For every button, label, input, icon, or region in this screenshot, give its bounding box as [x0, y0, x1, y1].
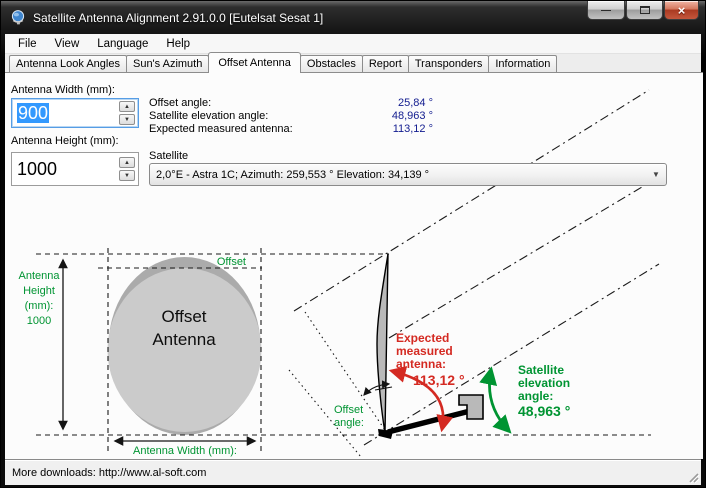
antenna-width-label: Antenna Width (mm):: [11, 84, 115, 96]
satellite-label: Satellite: [149, 150, 188, 162]
front-dish-label-2: Antenna: [152, 330, 216, 349]
menu-file[interactable]: File: [9, 36, 46, 52]
menu-bar: File View Language Help: [5, 34, 701, 54]
close-icon: ×: [678, 3, 686, 18]
maximize-button[interactable]: [626, 1, 663, 20]
expected-readout-value: 113,12 °: [289, 123, 433, 135]
spin-up-icon: ▲: [124, 160, 130, 166]
status-text: More downloads: http://www.al-soft.com: [5, 467, 206, 479]
spin-down-icon: ▼: [124, 117, 130, 123]
tab-strip: Antenna Look Angles Sun's Azimuth Offset…: [5, 54, 701, 72]
antenna-width-spinner: ▲ ▼: [119, 101, 135, 125]
status-bar: More downloads: http://www.al-soft.com: [5, 459, 701, 485]
app-window: Satellite Antenna Alignment 2.91.0.0 [Eu…: [0, 0, 706, 488]
menu-view[interactable]: View: [46, 36, 89, 52]
tab-offset-antenna[interactable]: Offset Antenna: [208, 52, 301, 73]
title-bar: Satellite Antenna Alignment 2.91.0.0 [Eu…: [5, 1, 701, 34]
spin-down-icon: ▼: [124, 173, 130, 179]
chevron-down-icon: ▼: [646, 170, 666, 179]
elevation-readout-label: Satellite elevation angle:: [149, 110, 268, 122]
height-label-3: (mm):: [25, 300, 54, 312]
elevation-angle-arc: [489, 370, 509, 431]
offset-label: Offset: [217, 256, 246, 268]
minimize-icon: —: [601, 5, 611, 16]
antenna-height-value: 1000: [17, 158, 117, 180]
tab-transponders[interactable]: Transponders: [408, 55, 489, 72]
offset-angle-arc: [364, 384, 392, 395]
expected-label-3: antenna:: [396, 357, 446, 371]
tab-report[interactable]: Report: [362, 55, 409, 72]
offset-angle-readout-label: Offset angle:: [149, 97, 211, 109]
elevation-value: 48,963 °: [518, 403, 570, 419]
offset-angle-readout-value: 25,84 °: [289, 97, 433, 109]
height-spin-up-button[interactable]: ▲: [119, 157, 135, 168]
window-title: Satellite Antenna Alignment 2.91.0.0 [Eu…: [33, 11, 323, 25]
expected-readout-label: Expected measured antenna:: [149, 123, 293, 135]
close-button[interactable]: ×: [664, 1, 699, 20]
antenna-height-label: Antenna Height (mm):: [11, 135, 119, 147]
expected-labels: Expected measured antenna: 113,12 °: [396, 331, 465, 388]
menu-help[interactable]: Help: [157, 36, 199, 52]
height-label-1: Antenna: [19, 270, 61, 282]
tab-antenna-look-angles[interactable]: Antenna Look Angles: [9, 55, 127, 72]
height-spin-down-button[interactable]: ▼: [119, 170, 135, 181]
maximize-icon: [640, 6, 650, 14]
spin-up-icon: ▲: [124, 104, 130, 110]
expected-label-2: measured: [396, 344, 453, 358]
satellite-select[interactable]: 2,0°E - Astra 1C; Azimuth: 259,553 ° Ele…: [149, 163, 667, 186]
app-globe-icon: [10, 9, 27, 26]
expected-label-1: Expected: [396, 331, 449, 345]
tab-information[interactable]: Information: [488, 55, 557, 72]
satellite-selected-option: 2,0°E - Astra 1C; Azimuth: 259,553 ° Ele…: [150, 169, 646, 181]
antenna-height-input[interactable]: 1000 ▲ ▼: [11, 152, 139, 186]
offset-angle-label-2: angle:: [334, 417, 364, 429]
tab-suns-azimuth[interactable]: Sun's Azimuth: [126, 55, 209, 72]
front-view-dish: Offset Antenna: [108, 257, 262, 435]
offset-angle-label-1: Offset: [334, 404, 363, 416]
antenna-width-value: 900: [17, 102, 117, 124]
resize-grip[interactable]: [687, 471, 700, 484]
front-dish-label-1: Offset: [161, 307, 206, 326]
height-label-2: Height: [23, 285, 55, 297]
antenna-width-input[interactable]: 900 ▲ ▼: [11, 98, 139, 128]
width-spin-up-button[interactable]: ▲: [119, 101, 135, 112]
width-spin-down-button[interactable]: ▼: [119, 114, 135, 125]
elevation-label-3: angle:: [518, 389, 553, 403]
antenna-height-spinner: ▲ ▼: [119, 157, 135, 181]
minimize-button[interactable]: —: [587, 1, 625, 20]
width-label: Antenna Width (mm):: [133, 445, 237, 457]
elevation-label-2: elevation: [518, 376, 570, 390]
tab-obstacles[interactable]: Obstacles: [300, 55, 363, 72]
height-label-4: 1000: [27, 315, 51, 327]
expected-value: 113,12 °: [413, 372, 465, 388]
window-controls: — ×: [587, 1, 699, 20]
elevation-labels: Satellite elevation angle: 48,963 °: [518, 363, 570, 419]
elevation-label-1: Satellite: [518, 363, 564, 377]
elevation-readout-value: 48,963 °: [289, 110, 433, 122]
offset-antenna-page: Offset Antenna: [5, 72, 703, 459]
menu-language[interactable]: Language: [88, 36, 157, 52]
lnb-arm: [388, 411, 470, 432]
